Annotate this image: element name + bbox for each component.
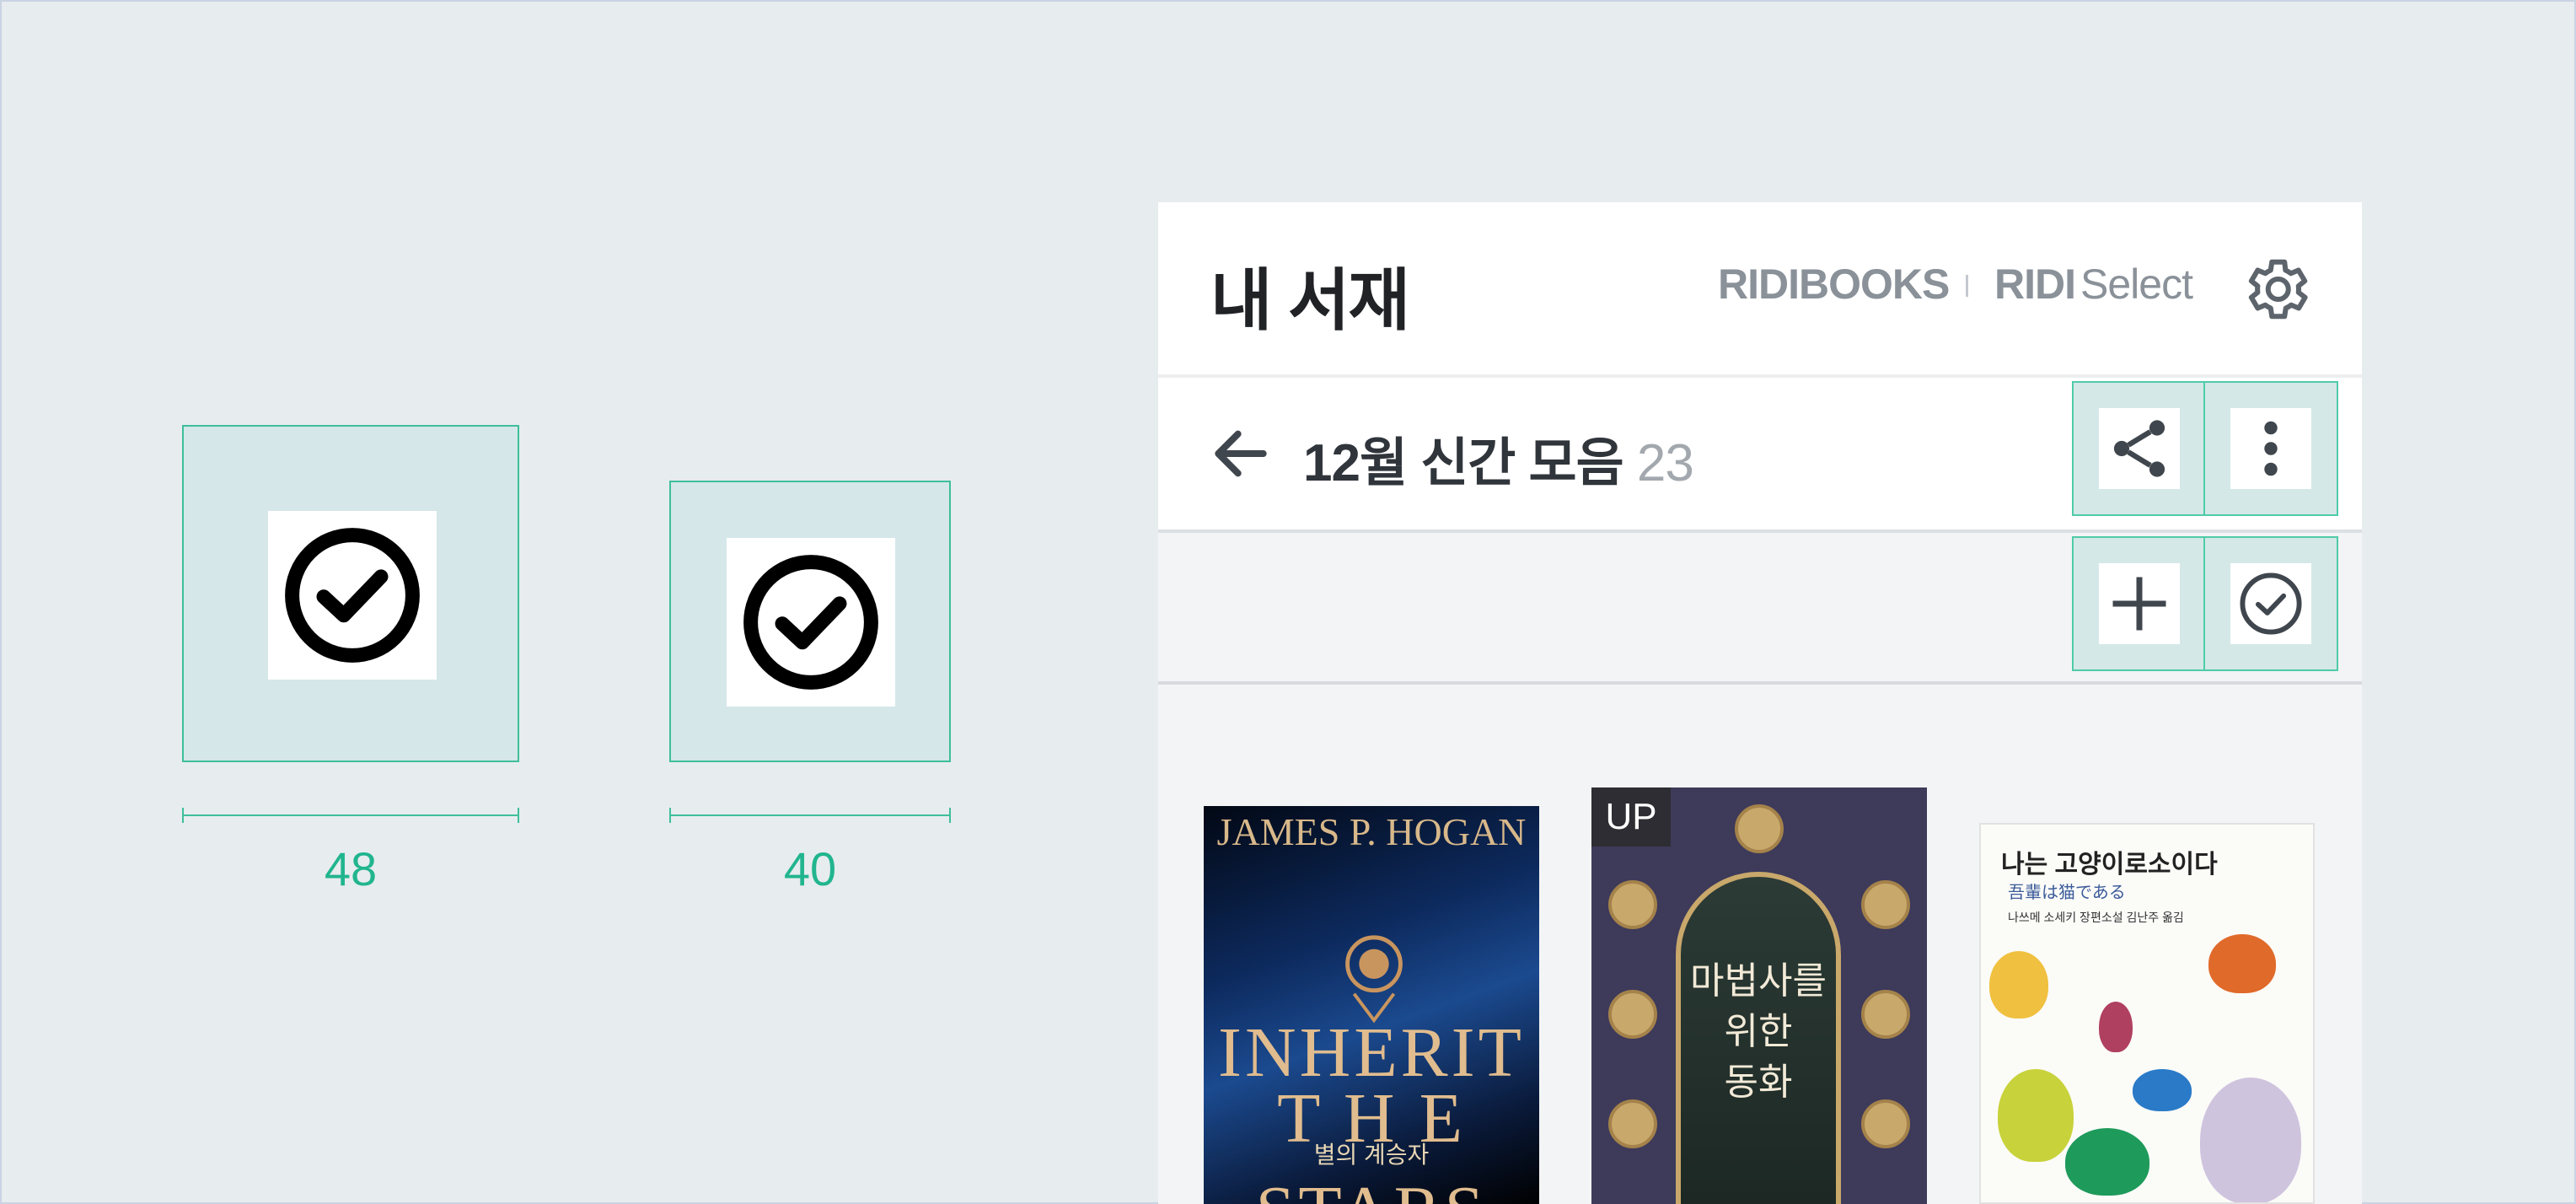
decoration bbox=[1608, 1099, 1657, 1148]
select-button-icon-area bbox=[2230, 563, 2311, 644]
touch-target-40 bbox=[669, 481, 951, 762]
more-vertical-icon bbox=[2264, 421, 2278, 476]
add-button[interactable] bbox=[2072, 536, 2207, 671]
cat-illustration bbox=[2208, 934, 2276, 993]
page-title: 내 서재 bbox=[1210, 263, 1410, 338]
decoration bbox=[1861, 880, 1910, 929]
decoration bbox=[1608, 880, 1657, 929]
dimension-label-40: 40 bbox=[783, 842, 837, 895]
book-title-line: 위한 bbox=[1724, 1011, 1793, 1052]
share-button[interactable] bbox=[2072, 381, 2207, 516]
cat-illustration bbox=[2099, 1002, 2133, 1052]
decoration bbox=[1861, 1099, 1910, 1148]
brand-ridi-select[interactable]: RIDI Select bbox=[1994, 260, 2193, 309]
check-circle-icon bbox=[285, 528, 420, 663]
icon-area bbox=[268, 511, 437, 680]
brand-divider bbox=[1966, 275, 1968, 297]
select-button[interactable] bbox=[2203, 536, 2338, 671]
share-icon bbox=[2113, 420, 2165, 477]
book-cover-1[interactable]: JAMES P. HOGAN INHERIT T H E 별의 계승자 STAR… bbox=[1204, 806, 1539, 1204]
app-header: 내 서재 RIDIBOOKS RIDI Select bbox=[1158, 202, 2362, 378]
icon-area bbox=[727, 538, 895, 707]
cat-illustration bbox=[1989, 951, 2048, 1019]
book-original-title: 吾輩は猫である bbox=[2008, 884, 2126, 902]
book-title-line: 마법사를 bbox=[1690, 960, 1827, 1002]
dimension-line-48 bbox=[182, 808, 519, 823]
check-circle-icon bbox=[2240, 572, 2302, 635]
book-cover-2[interactable]: 마법사를 위한 동화 UP bbox=[1591, 787, 1927, 1204]
brand-ridi-select-light: Select bbox=[2080, 261, 2193, 308]
collection-name: 12월 신간 모음 bbox=[1303, 434, 1624, 492]
book-title: 마법사를 위한 동화 bbox=[1676, 956, 1841, 1108]
cat-illustration bbox=[2133, 1069, 2192, 1111]
astronaut-emblem-icon bbox=[1345, 935, 1403, 1024]
book-credits: 나쓰메 소세키 장편소설 김난주 옮김 bbox=[2008, 911, 2184, 924]
decoration bbox=[1861, 990, 1910, 1039]
touch-target-48 bbox=[182, 425, 519, 762]
collection-title: 12월 신간 모음 23 bbox=[1303, 420, 1694, 496]
update-badge: UP bbox=[1591, 787, 1671, 847]
library-panel: 내 서재 RIDIBOOKS RIDISelect 12월 신간 모음 23 bbox=[1158, 202, 2362, 1204]
dimension-line-40 bbox=[669, 808, 951, 823]
dimension-label-48: 48 bbox=[324, 842, 378, 895]
plus-icon bbox=[2112, 577, 2166, 631]
book-title-line: 동화 bbox=[1724, 1062, 1793, 1103]
gear-icon[interactable] bbox=[2237, 251, 2313, 327]
action-bar bbox=[1158, 533, 2362, 685]
cat-illustration bbox=[2200, 1078, 2301, 1202]
cat-illustration bbox=[1998, 1069, 2074, 1162]
collection-count: 23 bbox=[1636, 434, 1694, 492]
add-button-icon-area bbox=[2099, 563, 2180, 644]
decoration bbox=[1608, 990, 1657, 1039]
more-button-icon-area bbox=[2230, 408, 2311, 489]
brand-ridi-select-bold: RIDI bbox=[1994, 261, 2076, 308]
brand-ridibooks[interactable]: RIDIBOOKS bbox=[1718, 260, 1950, 309]
share-button-icon-area bbox=[2099, 408, 2180, 489]
book-author: JAMES P. HOGAN bbox=[1216, 810, 1527, 853]
cat-illustration bbox=[2065, 1128, 2149, 1196]
collection-toolbar: 12월 신간 모음 23 bbox=[1158, 378, 2362, 533]
arrow-left-icon[interactable] bbox=[1207, 420, 1275, 487]
check-circle-icon bbox=[743, 555, 878, 690]
book-subtitle: 별의 계승자 bbox=[1313, 1142, 1430, 1168]
book-title: 나는 고양이로소이다 bbox=[2001, 851, 2218, 879]
decoration bbox=[1735, 804, 1784, 853]
book-cover-3[interactable]: 나는 고양이로소이다 吾輩は猫である 나쓰메 소세키 장편소설 김난주 옮김 bbox=[1979, 823, 2315, 1204]
book-title-line: STARS bbox=[1204, 1170, 1539, 1204]
more-button[interactable] bbox=[2203, 381, 2338, 516]
